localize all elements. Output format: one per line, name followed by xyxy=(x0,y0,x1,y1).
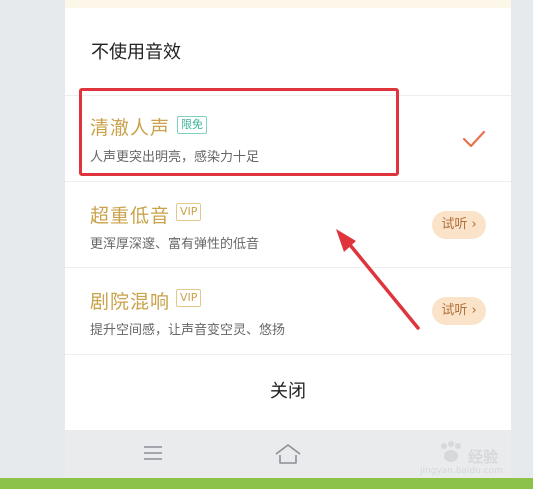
watermark-text: 经验 xyxy=(468,448,499,466)
bottom-bar xyxy=(0,478,533,489)
annotation-arrow-icon xyxy=(336,229,420,330)
paw-logo-icon xyxy=(441,441,461,462)
watermark-url: jingyan.baidu.com xyxy=(420,466,504,476)
menu-icon[interactable] xyxy=(142,442,164,464)
watermark: 经验 jingyan.baidu.com xyxy=(408,438,518,478)
home-icon[interactable] xyxy=(273,442,303,466)
